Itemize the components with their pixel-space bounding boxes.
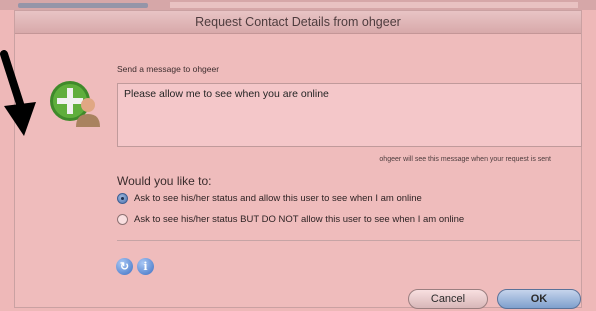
option-allow[interactable]: Ask to see his/her status and allow this… bbox=[117, 193, 422, 204]
cancel-button[interactable]: Cancel bbox=[408, 289, 488, 309]
background-strip bbox=[0, 0, 596, 10]
option-do-not-allow-label: Ask to see his/her status BUT DO NOT all… bbox=[134, 214, 465, 225]
ok-button[interactable]: OK bbox=[497, 289, 581, 309]
pointer-arrow-icon bbox=[0, 50, 36, 136]
background-bar bbox=[170, 2, 578, 8]
send-message-label: Send a message to ohgeer bbox=[117, 64, 220, 74]
message-textarea[interactable]: Please allow me to see when you are onli… bbox=[117, 83, 582, 147]
background-tab bbox=[18, 3, 148, 8]
message-note: ohgeer will see this message when your r… bbox=[379, 156, 551, 163]
question-label: Would you like to: bbox=[117, 174, 212, 188]
option-do-not-allow[interactable]: Ask to see his/her status BUT DO NOT all… bbox=[117, 214, 464, 225]
radio-do-not-allow[interactable] bbox=[117, 214, 128, 225]
option-allow-label: Ask to see his/her status and allow this… bbox=[134, 193, 422, 204]
radio-allow[interactable] bbox=[117, 193, 128, 204]
request-dialog: Request Contact Details from ohgeer Send… bbox=[14, 10, 582, 309]
help-icon[interactable]: ↻ bbox=[116, 258, 133, 275]
info-icon[interactable]: i bbox=[137, 258, 154, 275]
dialog-title: Request Contact Details from ohgeer bbox=[195, 15, 401, 29]
add-contact-icon bbox=[50, 81, 100, 127]
dialog-titlebar[interactable]: Request Contact Details from ohgeer bbox=[15, 11, 581, 34]
divider bbox=[117, 240, 580, 241]
